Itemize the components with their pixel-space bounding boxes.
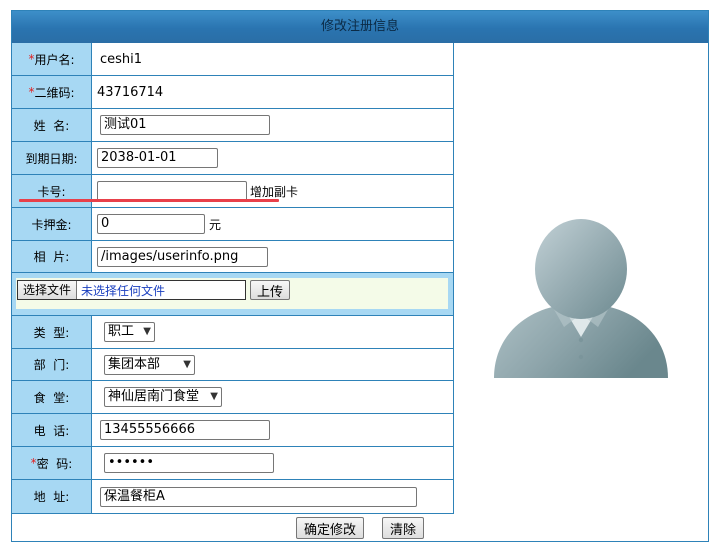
chevron-down-icon: ▼ <box>183 358 191 370</box>
name-input[interactable]: 测试01 <box>100 115 270 135</box>
choose-file-button[interactable]: 选择文件 <box>18 281 78 299</box>
username-value: ceshi1 <box>100 51 143 67</box>
address-input[interactable]: 保温餐柜A <box>100 486 417 507</box>
deposit-row: 卡押金: 0 元 <box>12 208 454 241</box>
type-label: 类 型: <box>12 316 92 348</box>
phone-row: 电 话: 13455556666 <box>12 414 454 447</box>
highlight-underline <box>19 199 279 202</box>
password-input[interactable]: •••••• <box>104 453 274 473</box>
upload-row: 选择文件 未选择任何文件 上传 <box>12 273 454 316</box>
password-row: * 密 码: •••••• <box>12 447 454 480</box>
expire-row: 到期日期: 2038-01-01 <box>12 142 454 175</box>
dept-label: 部 门: <box>12 349 92 380</box>
chevron-down-icon: ▼ <box>143 326 151 337</box>
expire-label: 到期日期: <box>12 142 92 174</box>
dept-row: 部 门: 集团本部 ▼ <box>12 349 454 381</box>
username-row: * 用户名: ceshi1 <box>12 43 454 76</box>
canteen-select[interactable]: 神仙居南门食堂 ▼ <box>104 387 222 407</box>
no-file-text: 未选择任何文件 <box>81 283 166 298</box>
dept-select[interactable]: 集团本部 ▼ <box>104 354 195 375</box>
type-row: 类 型: 职工 ▼ <box>12 316 454 349</box>
expire-date-input[interactable]: 2038-01-01 <box>97 148 218 168</box>
password-label: * 密 码: <box>12 447 92 479</box>
chevron-down-icon: ▼ <box>210 391 218 402</box>
upload-button[interactable]: 上传 <box>250 280 290 300</box>
photo-row: 相 片: /images/userinfo.png <box>12 241 454 273</box>
canteen-row: 食 堂: 神仙居南门食堂 ▼ <box>12 381 454 414</box>
edit-registration-panel: 修改注册信息 * 用户名: ceshi1 * 二维码: 43716714 姓 名: … <box>11 10 709 542</box>
canteen-label: 食 堂: <box>12 381 92 413</box>
type-select[interactable]: 职工 ▼ <box>104 322 155 342</box>
qrcode-value: 43716714 <box>97 84 164 100</box>
address-label: 地 址: <box>12 480 92 513</box>
phone-input[interactable]: 13455556666 <box>100 420 270 440</box>
card-number-input[interactable] <box>97 181 247 201</box>
add-sub-card-link[interactable]: 增加副卡 <box>250 183 298 200</box>
address-row: 地 址: 保温餐柜A <box>12 480 454 514</box>
photo-label: 相 片: <box>12 241 92 272</box>
username-label: * 用户名: <box>12 43 92 75</box>
panel-title: 修改注册信息 <box>12 11 708 43</box>
photo-path-input[interactable]: /images/userinfo.png <box>97 246 268 267</box>
column-divider <box>453 43 454 514</box>
phone-label: 电 话: <box>12 414 92 446</box>
avatar <box>494 219 668 378</box>
card-row: 卡号: 增加副卡 <box>12 175 454 208</box>
upload-area: 选择文件 未选择任何文件 上传 <box>16 278 448 309</box>
deposit-input[interactable]: 0 <box>97 214 205 234</box>
clear-button[interactable]: 清除 <box>382 517 424 539</box>
name-row: 姓 名: 测试01 <box>12 109 454 142</box>
deposit-unit: 元 <box>209 217 222 232</box>
card-label: 卡号: <box>12 175 92 207</box>
qrcode-label: * 二维码: <box>12 76 92 108</box>
file-picker[interactable]: 选择文件 未选择任何文件 <box>17 280 246 300</box>
qrcode-row: * 二维码: 43716714 <box>12 76 454 109</box>
confirm-edit-button[interactable]: 确定修改 <box>296 517 364 539</box>
name-label: 姓 名: <box>12 109 92 141</box>
deposit-label: 卡押金: <box>12 208 92 240</box>
